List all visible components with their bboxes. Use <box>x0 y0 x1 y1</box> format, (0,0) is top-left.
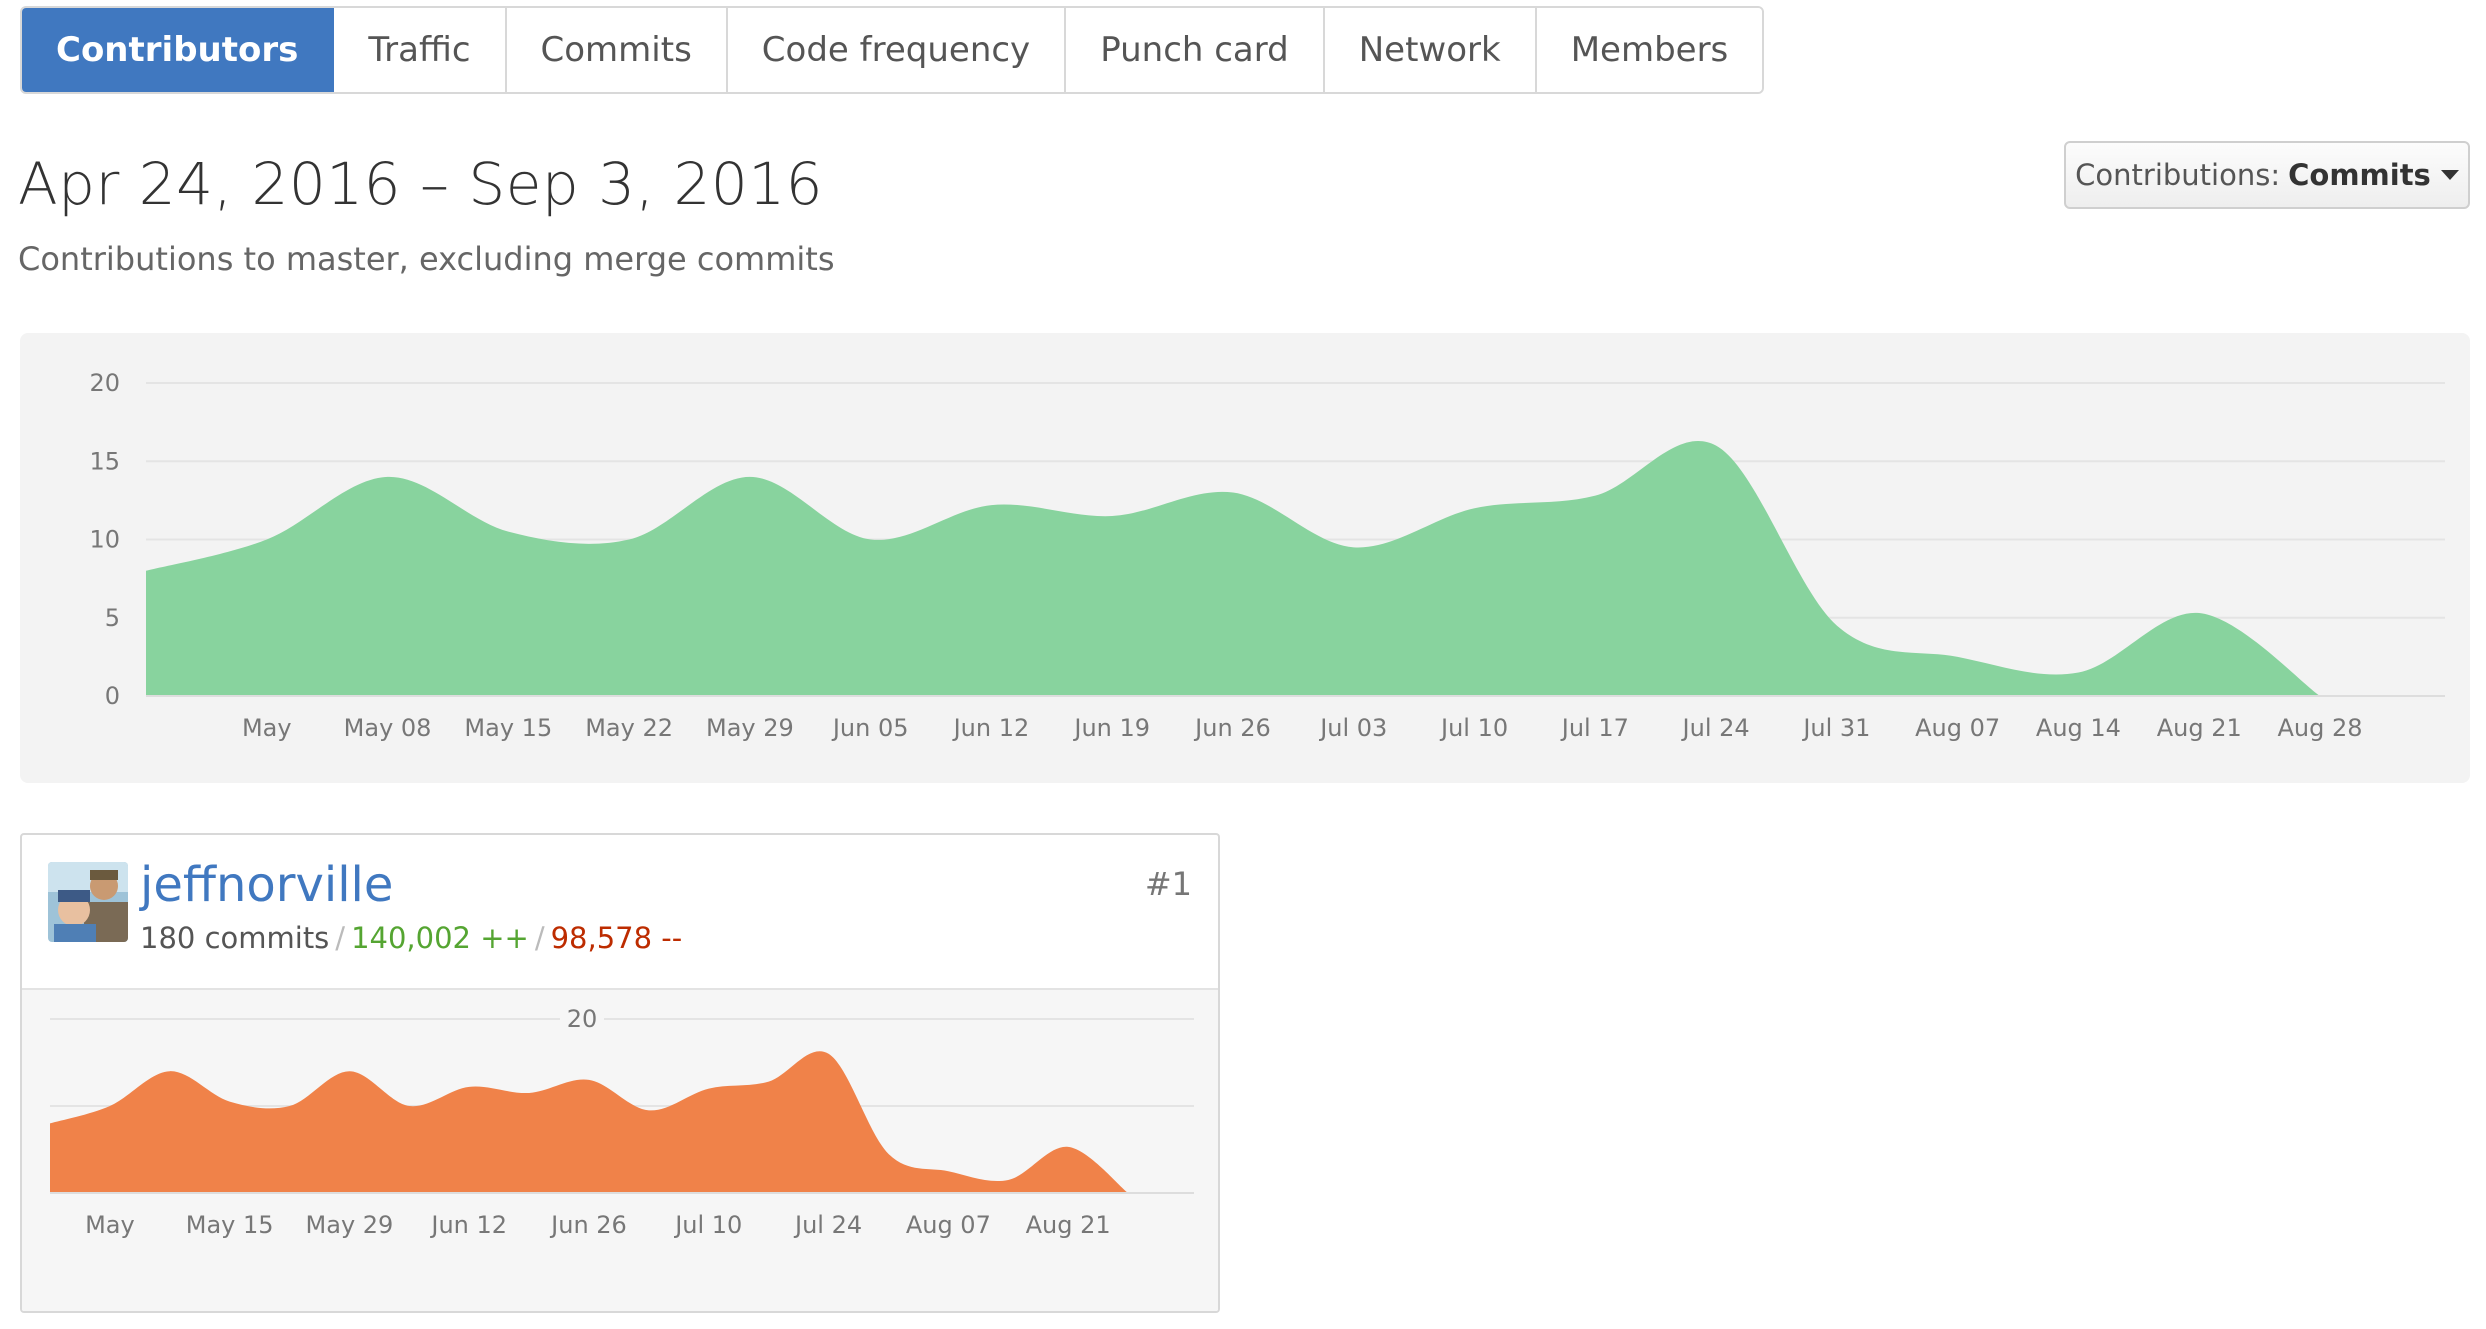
series-area <box>50 1051 1128 1193</box>
contributions-type-dropdown[interactable]: Contributions: Commits <box>2064 141 2470 209</box>
contributor-chart-svg: 20 May May 15 May 29 Jun 12 Jun 26 Jul 10 Jul 2… <box>50 1005 1194 1239</box>
x-tick-label: Jul 10 <box>1439 714 1508 742</box>
tab-members[interactable]: Members <box>1536 8 1763 92</box>
contributions-chart: 0 5 10 15 20 May May 08 May 15 May 22 May 29 Jun 0… <box>20 333 2470 783</box>
x-tick-label: Aug 07 <box>1915 714 2000 742</box>
x-tick-label: May 29 <box>706 714 794 742</box>
x-tick-label: Jun 26 <box>1193 714 1271 742</box>
x-tick-label: Aug 21 <box>1026 1211 1111 1239</box>
stats-separator: / <box>534 921 545 955</box>
x-tick-label: May 15 <box>186 1211 274 1239</box>
contributor-rank: #1 <box>1144 865 1192 903</box>
y-tick-label: 20 <box>567 1005 598 1033</box>
tab-code-frequency[interactable]: Code frequency <box>727 8 1067 92</box>
x-tick-label: May 22 <box>585 714 673 742</box>
x-tick-label: Jul 24 <box>1681 714 1750 742</box>
y-tick-label: 20 <box>89 369 120 397</box>
tab-commits[interactable]: Commits <box>506 8 728 92</box>
tab-network[interactable]: Network <box>1324 8 1537 92</box>
x-tick-label: Jul 17 <box>1560 714 1629 742</box>
tab-traffic[interactable]: Traffic <box>334 8 507 92</box>
additions-count: 140,002 ++ <box>351 921 529 955</box>
contributor-chart: 20 May May 15 May 29 Jun 12 Jun 26 Jul 10 Jul 2… <box>22 990 1218 1311</box>
contributor-stats: 180 commits/140,002 ++/98,578 -- <box>140 921 682 955</box>
commit-count-link[interactable]: 180 commits <box>140 921 329 955</box>
x-tick-label: Jun 19 <box>1072 714 1150 742</box>
tab-contributors[interactable]: Contributors <box>22 8 335 92</box>
contributor-card: jeffnorville #1 180 commits/140,002 ++/9… <box>20 833 1220 1313</box>
y-tick-label: 5 <box>105 604 120 632</box>
contributor-username-link[interactable]: jeffnorville <box>140 857 393 913</box>
y-tick-label: 15 <box>89 447 120 475</box>
stats-separator: / <box>335 921 346 955</box>
x-tick-label: Jul 31 <box>1801 714 1870 742</box>
x-tick-label: Jul 10 <box>673 1211 742 1239</box>
x-tick-label: Jul 03 <box>1318 714 1387 742</box>
deletions-count: 98,578 -- <box>550 921 683 955</box>
contributions-subtitle: Contributions to master, excluding merge… <box>18 240 835 278</box>
caret-down-icon <box>2440 170 2459 180</box>
y-tick-label: 0 <box>105 682 120 710</box>
date-range-title: Apr 24, 2016 – Sep 3, 2016 <box>18 150 824 218</box>
x-tick-label: Jun 26 <box>549 1211 627 1239</box>
dropdown-label: Contributions: <box>2075 158 2281 192</box>
contributions-chart-svg: 0 5 10 15 20 May May 08 May 15 May 22 May 29 Jun 0… <box>89 369 2445 742</box>
x-tick-label: Aug 28 <box>2277 714 2362 742</box>
dropdown-value: Commits <box>2288 158 2431 192</box>
x-tick-label: Aug 07 <box>906 1211 991 1239</box>
avatar[interactable] <box>48 862 128 942</box>
x-tick-label: May 29 <box>306 1211 394 1239</box>
x-tick-label: Aug 21 <box>2157 714 2242 742</box>
x-tick-label: Aug 14 <box>2036 714 2121 742</box>
x-tick-label: May 08 <box>344 714 432 742</box>
x-tick-label: Jun 05 <box>831 714 909 742</box>
repo-graph-tabs: Contributors Traffic Commits Code frequency… <box>20 6 1765 94</box>
y-tick-label: 10 <box>89 526 120 554</box>
x-tick-label: Jul 24 <box>793 1211 862 1239</box>
x-tick-label: May <box>85 1211 135 1239</box>
series-area <box>146 441 2320 696</box>
x-tick-label: May <box>242 714 292 742</box>
x-tick-label: Jun 12 <box>429 1211 507 1239</box>
x-tick-label: Jun 12 <box>952 714 1030 742</box>
tab-punch-card[interactable]: Punch card <box>1066 8 1325 92</box>
x-tick-label: May 15 <box>464 714 552 742</box>
contributor-card-header: jeffnorville #1 180 commits/140,002 ++/9… <box>22 835 1218 990</box>
